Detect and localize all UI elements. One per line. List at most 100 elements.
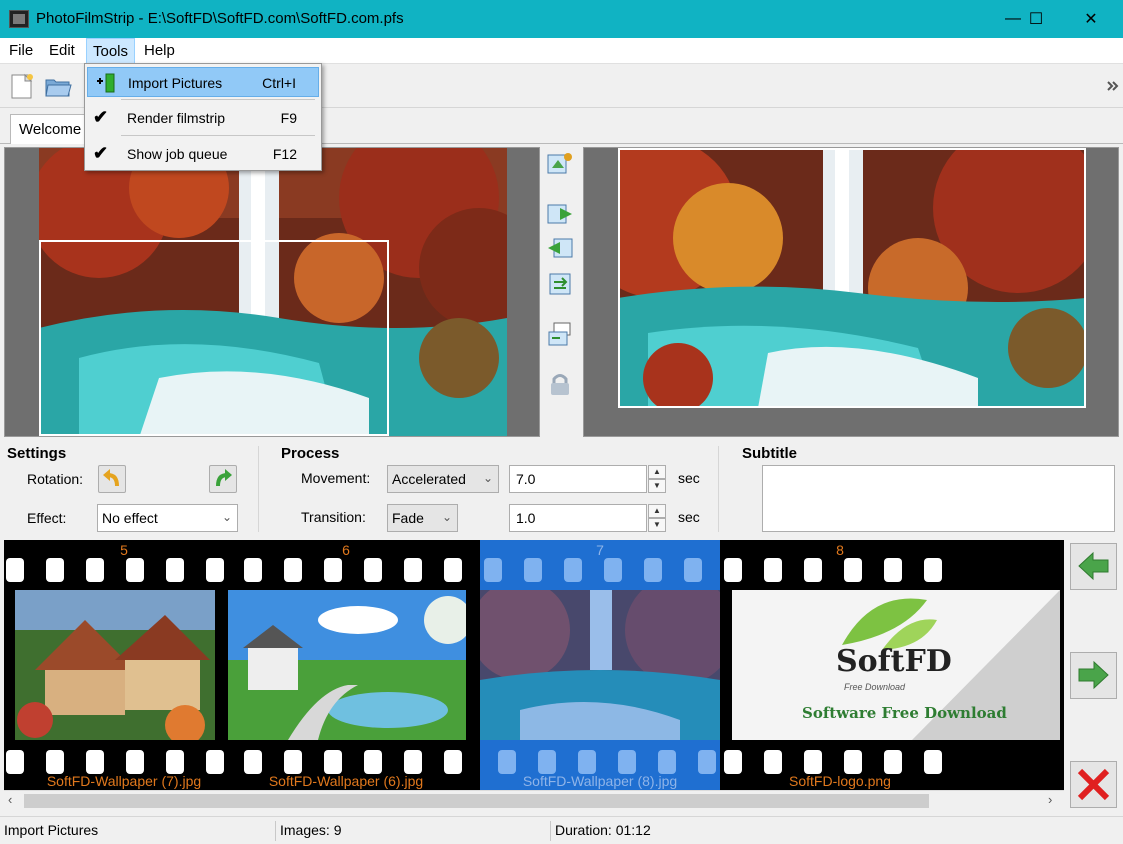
spin-down-icon[interactable]: ▼: [648, 479, 666, 493]
window-title: PhotoFilmStrip - E:\SoftFD\SoftFD.com\So…: [36, 10, 404, 27]
menu-item-show-job-queue[interactable]: ✔ Show job queue F12: [87, 139, 319, 169]
menu-separator: [121, 99, 315, 100]
move-left-icon[interactable]: [546, 234, 574, 262]
checkmark-icon: ✔: [93, 143, 109, 163]
menu-item-label: Show job queue: [127, 146, 228, 162]
toolbar-overflow-icon[interactable]: [1098, 72, 1123, 100]
spin-down-icon[interactable]: ▼: [648, 518, 666, 532]
frame-number: 5: [120, 542, 128, 558]
chevron-down-icon: ⌄: [441, 510, 452, 524]
softfd-logo-image: SoftFD Free Download Software Free Downl…: [732, 590, 1060, 740]
movement-value: Accelerated: [392, 471, 466, 487]
tools-dropdown-menu: Import Pictures Ctrl+I ✔ Render filmstri…: [84, 63, 322, 171]
logo-tagline: Software Free Download: [802, 704, 1007, 722]
movement-label: Movement:: [301, 470, 371, 486]
divider: [258, 446, 259, 532]
transition-select[interactable]: Fade ⌄: [387, 504, 458, 532]
rotate-left-icon: [103, 469, 119, 487]
preview-tools: [543, 148, 579, 408]
effect-select[interactable]: No effect ⌄: [97, 504, 238, 532]
rotate-right-icon: [216, 469, 232, 487]
target-preview[interactable]: [583, 147, 1119, 437]
transition-duration-input[interactable]: 1.0: [509, 504, 647, 532]
waterfall-thumbnail: [480, 590, 720, 740]
scroll-right-icon[interactable]: ›: [1048, 792, 1052, 807]
rotate-right-button[interactable]: [209, 465, 237, 493]
menu-file[interactable]: File: [3, 38, 39, 64]
menu-item-shortcut: Ctrl+I: [262, 75, 296, 91]
end-crop-frame[interactable]: [618, 148, 1086, 408]
move-frame-left-button[interactable]: [1070, 543, 1117, 590]
menu-item-render-filmstrip[interactable]: ✔ Render filmstrip F9: [87, 103, 319, 133]
movement-duration-input[interactable]: 7.0: [509, 465, 647, 493]
frame-filename: SoftFD-Wallpaper (6).jpg: [268, 773, 424, 789]
spin-up-icon[interactable]: ▲: [648, 504, 666, 518]
arrow-right-icon: [1078, 660, 1109, 690]
filmstrip[interactable]: 5 SoftFD-Wallpaper (7).jpg 6 SoftFD-Wall…: [4, 540, 1064, 790]
frame-number: 7: [596, 542, 604, 558]
lock-icon[interactable]: [546, 370, 574, 398]
status-images: Images: 9: [280, 822, 342, 838]
effect-value: No effect: [102, 510, 158, 526]
movement-unit: sec: [678, 470, 700, 486]
frame-number: 8: [836, 542, 844, 558]
film-frame[interactable]: 5 SoftFD-Wallpaper (7).jpg: [4, 540, 244, 790]
move-right-icon[interactable]: [546, 200, 574, 228]
status-bar: Import Pictures Images: 9 Duration: 01:1…: [0, 816, 1123, 844]
menu-item-label: Render filmstrip: [127, 110, 226, 126]
frame-filename: SoftFD-Wallpaper (7).jpg: [46, 773, 202, 789]
swap-frames-icon[interactable]: [546, 270, 574, 298]
transition-duration-stepper[interactable]: ▲ ▼: [648, 504, 666, 532]
frame-filename: SoftFD-Wallpaper (8).jpg: [522, 773, 678, 789]
open-project-icon[interactable]: [44, 72, 72, 100]
new-project-icon[interactable]: [8, 72, 36, 100]
import-pictures-icon: [94, 72, 118, 94]
movement-duration-stepper[interactable]: ▲ ▼: [648, 465, 666, 493]
menu-item-shortcut: F9: [280, 110, 297, 126]
film-frame[interactable]: 6 SoftFD-Wallpaper (6).jpg: [226, 540, 466, 790]
source-preview[interactable]: [4, 147, 540, 437]
film-frame[interactable]: 8 SoftFD Free Download Software Free Dow…: [720, 540, 1060, 790]
effect-label: Effect:: [27, 510, 67, 526]
transition-unit: sec: [678, 509, 700, 525]
logo-subtext: Free Download: [844, 682, 906, 692]
start-crop-frame[interactable]: [39, 240, 389, 436]
edit-frame-icon[interactable]: [546, 320, 574, 348]
menu-separator: [121, 135, 315, 136]
chevron-down-icon: ⌄: [221, 510, 232, 524]
menu-edit[interactable]: Edit: [43, 38, 81, 64]
subtitle-textarea[interactable]: [762, 465, 1115, 532]
menu-help[interactable]: Help: [138, 38, 181, 64]
rotate-left-button[interactable]: [98, 465, 126, 493]
movement-select[interactable]: Accelerated ⌄: [387, 465, 499, 493]
maximize-button[interactable]: ☐: [1013, 0, 1059, 38]
transition-value: Fade: [392, 510, 424, 526]
transition-label: Transition:: [301, 509, 366, 525]
delete-icon: [1077, 768, 1110, 801]
status-duration: Duration: 01:12: [555, 822, 651, 838]
frame-filename: SoftFD-logo.png: [789, 773, 891, 789]
subtitle-title: Subtitle: [742, 445, 797, 462]
remove-frame-button[interactable]: [1070, 761, 1117, 808]
sprocket-holes: [480, 558, 720, 584]
scroll-left-icon[interactable]: ‹: [8, 792, 12, 807]
filmstrip-scrollbar[interactable]: ‹ ›: [4, 790, 1064, 810]
menu-item-import-pictures[interactable]: Import Pictures Ctrl+I: [87, 67, 319, 97]
garden-image: [228, 590, 466, 740]
divider: [718, 446, 719, 532]
chevron-down-icon: ⌄: [482, 471, 493, 485]
scrollbar-thumb[interactable]: [24, 794, 929, 808]
tab-welcome[interactable]: Welcome: [10, 114, 91, 144]
swap-image-icon[interactable]: [546, 150, 574, 178]
process-title: Process: [281, 445, 340, 462]
frame-number: 6: [342, 542, 350, 558]
sprocket-holes: [720, 558, 960, 584]
film-frame-selected[interactable]: 7 SoftFD-Wallpaper (8).jpg: [480, 540, 720, 790]
menu-tools[interactable]: Tools: [86, 38, 136, 64]
checkmark-icon: ✔: [93, 107, 109, 127]
sprocket-holes: [4, 558, 244, 584]
move-frame-right-button[interactable]: [1070, 652, 1117, 699]
spin-up-icon[interactable]: ▲: [648, 465, 666, 479]
menu-item-label: Import Pictures: [128, 75, 223, 91]
close-button[interactable]: ✕: [1068, 0, 1114, 38]
